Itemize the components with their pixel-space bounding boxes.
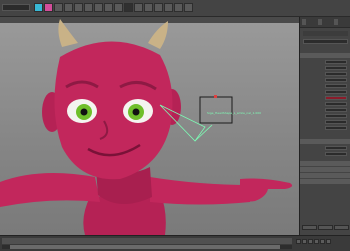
attr-row [300,65,350,70]
attr-field[interactable] [325,77,347,82]
attr-row [300,145,350,150]
shelf-button-11[interactable] [134,3,143,12]
attr-field[interactable] [325,145,347,150]
go-to-end-icon[interactable] [326,239,331,244]
attr-row [300,107,350,112]
attr-row [300,113,350,118]
top-toolbar [0,0,350,17]
attr-row [300,101,350,106]
character-left-arm [0,173,100,207]
attr-field[interactable] [325,119,347,124]
section-header[interactable] [300,179,350,184]
panel-buttons [300,211,350,233]
attr-row [300,83,350,88]
panel-tab-1[interactable] [302,19,306,25]
shelf-button-15[interactable] [174,3,183,12]
shelf-button-2[interactable] [44,3,53,12]
go-to-start-icon[interactable] [296,239,301,244]
attr-row [300,77,350,82]
character-right-horn [148,21,168,49]
section-transform[interactable] [300,53,350,58]
shelf-button-10[interactable] [124,3,133,12]
attr-field[interactable] [325,65,347,70]
range-slider-handle[interactable] [10,245,280,249]
locator-label: Sige_HeadShape_L_smile_nal_1.000 [207,111,262,115]
panel-tab-2[interactable] [318,19,322,25]
shelf-button-14[interactable] [164,3,173,12]
attr-row [300,119,350,124]
shelf-button-9[interactable] [114,3,123,12]
attr-field[interactable] [325,89,347,94]
attr-row [300,71,350,76]
shelf-button-12[interactable] [144,3,153,12]
menu-set-selector[interactable] [2,4,30,11]
attr-field[interactable] [325,113,347,118]
step-back-icon[interactable] [302,239,307,244]
attr-field[interactable] [325,83,347,88]
shelf-button-16[interactable] [184,3,193,12]
attr-row [300,95,350,100]
panel-header [300,17,350,28]
locator-box [199,96,233,124]
section-header[interactable] [300,139,350,144]
step-forward-icon[interactable] [320,239,325,244]
character-left-pupil [80,108,88,116]
attribute-editor-panel [299,17,350,235]
shelf-button-4[interactable] [64,3,73,12]
locator-line-2 [194,124,213,142]
character-right-arm [150,177,250,205]
select-button[interactable] [302,225,317,230]
character-left-horn [58,19,78,47]
attr-field[interactable] [325,59,347,64]
time-slider [0,235,350,251]
shelf-toolbar [34,3,193,13]
3d-viewport[interactable]: Sige_HeadShape_L_smile_nal_1.000 [0,17,299,235]
shelf-button-13[interactable] [154,3,163,12]
character-right-pupil [132,108,140,116]
section-header[interactable] [300,167,350,172]
copy-tab-button[interactable] [334,225,349,230]
node-tab-strip[interactable] [303,31,348,36]
shelf-button-6[interactable] [84,3,93,12]
attr-row [300,125,350,130]
section-header[interactable] [300,173,350,178]
attr-field[interactable] [325,101,347,106]
character-pointing-hand [240,178,293,202]
shelf-button-8[interactable] [104,3,113,12]
section-header[interactable] [300,161,350,166]
locator-handle [214,95,217,98]
playback-controls [296,239,348,249]
play-forward-icon[interactable] [314,239,319,244]
shelf-button-3[interactable] [54,3,63,12]
attr-row [300,89,350,94]
panel-tab-3[interactable] [334,19,338,25]
play-back-icon[interactable] [308,239,313,244]
attr-row [300,59,350,64]
shelf-button-7[interactable] [94,3,103,12]
attr-field[interactable] [325,125,347,130]
attr-row [300,151,350,156]
character-model [0,19,293,235]
node-name-field[interactable] [303,39,348,44]
attr-field[interactable] [325,107,347,112]
shelf-button-5[interactable] [74,3,83,12]
attr-field[interactable] [325,71,347,76]
shelf-button-1[interactable] [34,3,43,12]
attr-field-keyed[interactable] [325,95,347,100]
load-attributes-button[interactable] [318,225,333,230]
time-ruler[interactable] [2,238,292,244]
attr-field[interactable] [325,151,347,156]
